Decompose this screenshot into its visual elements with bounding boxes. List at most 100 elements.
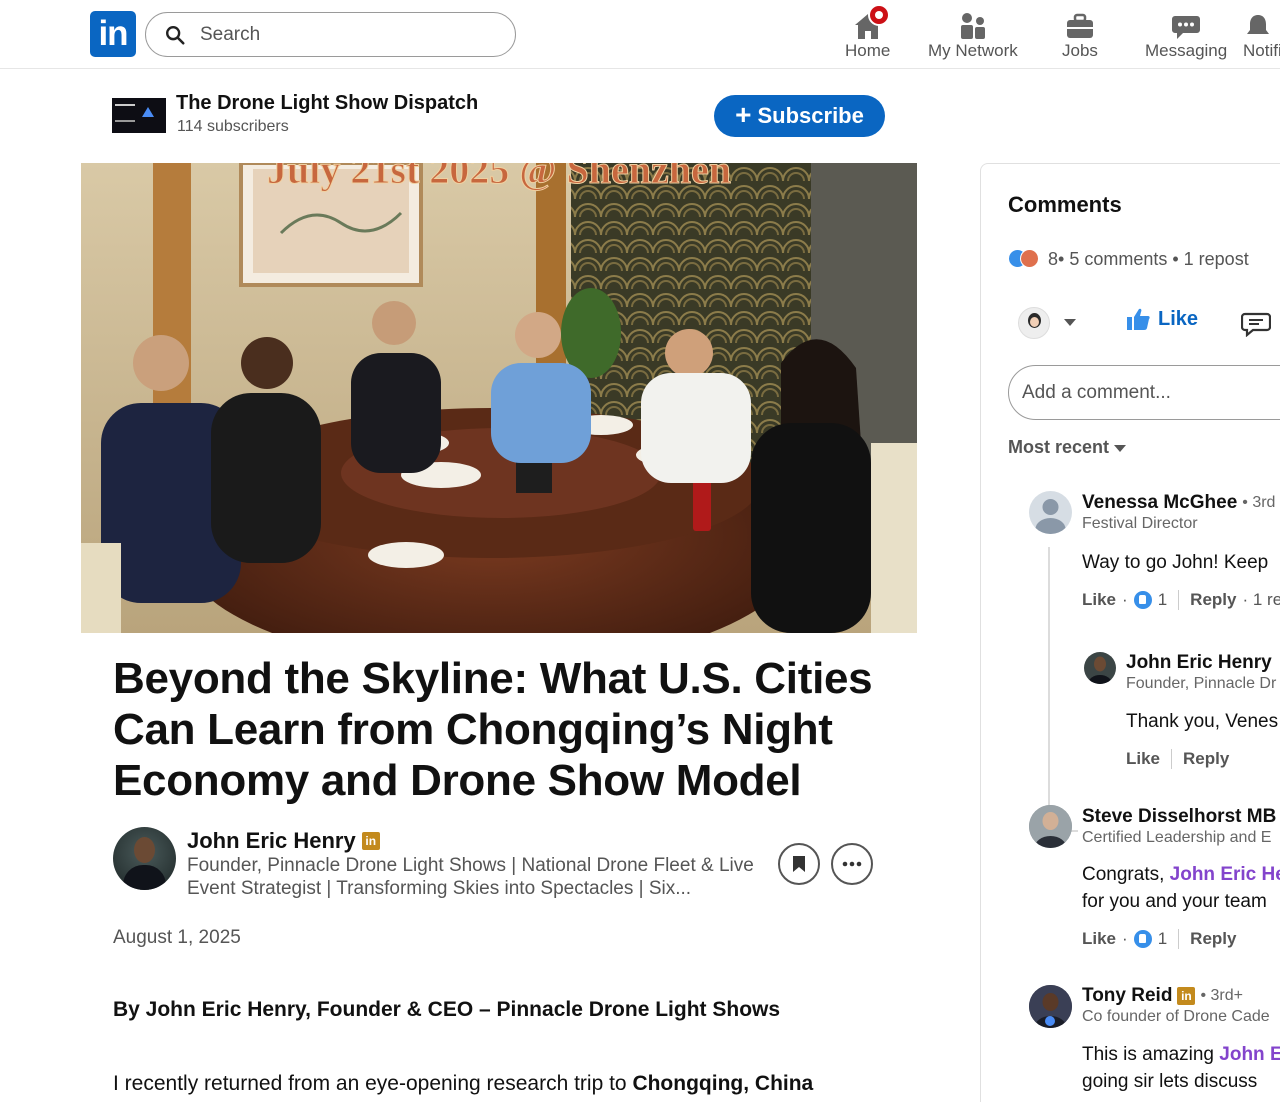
messaging-icon	[1172, 16, 1201, 39]
like-label: Like	[1158, 307, 1199, 330]
commenter-name-text: Steve Disselhorst MB	[1082, 806, 1277, 827]
comment-like-count: 1	[1157, 929, 1168, 948]
reply-author-headline: Founder, Pinnacle Dr	[1126, 675, 1277, 692]
nav-label-jobs: Jobs	[1062, 41, 1098, 60]
reply-text: Thank you, Venes	[1126, 711, 1279, 732]
commenter-avatar[interactable]	[1029, 985, 1072, 1028]
newsletter-title[interactable]: The Drone Light Show Dispatch	[176, 92, 478, 115]
nav-item-my-network[interactable]: My Network	[928, 6, 1018, 61]
divider	[1171, 749, 1173, 769]
nav-label-notifications: Notifi	[1243, 41, 1280, 60]
premium-badge-icon: in	[361, 832, 380, 850]
notification-badge	[868, 4, 891, 26]
reply-author-name-text: John Eric Henry	[1126, 652, 1272, 673]
sort-dropdown[interactable]: Most recent	[1008, 437, 1127, 458]
caret-down-icon	[1114, 445, 1127, 452]
nav-item-notifications[interactable]: Notifi	[1243, 6, 1280, 61]
comment-reply-button[interactable]: Reply	[1190, 590, 1236, 610]
top-nav: in Home My Network	[0, 0, 1280, 69]
person-photo-icon	[1029, 805, 1072, 848]
comment-reply-button[interactable]: Reply	[1190, 929, 1236, 949]
chevron-down-icon[interactable]	[1064, 319, 1076, 326]
comment-text-start: Congrats,	[1082, 864, 1170, 885]
search-bar[interactable]	[145, 12, 516, 57]
publish-date: August 1, 2025	[113, 927, 241, 948]
search-input[interactable]	[200, 23, 480, 46]
article-headline: Beyond the Skyline: What U.S. Cities Can…	[113, 654, 873, 805]
comment-like-button[interactable]: Like	[1082, 929, 1116, 949]
commenter-headline: Certified Leadership and E	[1082, 829, 1272, 846]
briefcase-icon	[1066, 13, 1093, 38]
commenter-name-text: Venessa McGhee	[1082, 492, 1238, 513]
comment-like-button[interactable]: Like	[1082, 590, 1116, 610]
comment-like-count: 1	[1157, 590, 1168, 609]
commenter-avatar[interactable]	[1029, 805, 1072, 848]
bell-icon	[1247, 15, 1269, 34]
person-photo-icon	[1088, 656, 1112, 684]
divider	[1178, 590, 1180, 610]
dot-separator: ·	[1122, 590, 1128, 609]
plus-icon: +	[735, 98, 752, 130]
nav-item-messaging[interactable]: Messaging	[1145, 6, 1227, 61]
reaction-count: 8	[1048, 248, 1059, 269]
commenter-name[interactable]: Venessa McGhee • 3rd	[1082, 492, 1275, 514]
mention-link[interactable]: John E	[1219, 1044, 1280, 1065]
commenter-headline: Festival Director	[1082, 515, 1198, 532]
paragraph-bold-location: Chongqing, China	[632, 1072, 814, 1095]
add-comment-input[interactable]	[1008, 365, 1280, 420]
paragraph-text: I recently returned from an eye-opening …	[113, 1072, 633, 1095]
comment-text: Way to go John! Keep	[1082, 552, 1269, 573]
reply-author-avatar[interactable]	[1084, 652, 1116, 684]
reply-reply-button[interactable]: Reply	[1183, 749, 1229, 769]
sort-label: Most recent	[1008, 437, 1110, 457]
commenter-name[interactable]: Steve Disselhorst MB	[1082, 806, 1276, 828]
article-hero-image[interactable]: July 21st 2025 @ Shenzhen	[81, 163, 917, 633]
nav-item-home[interactable]: Home	[845, 4, 891, 61]
author-name: John Eric Henry	[187, 828, 356, 853]
connection-degree: • 3rd	[1242, 494, 1276, 511]
nav-item-jobs[interactable]: Jobs	[1062, 6, 1098, 61]
subscribe-label: Subscribe	[757, 103, 864, 128]
current-user-avatar[interactable]	[1018, 307, 1050, 339]
reply-author-name[interactable]: John Eric Henry	[1126, 652, 1272, 674]
comment-text-line2: going sir lets discuss	[1082, 1071, 1258, 1092]
social-counts[interactable]: 8 • 5 comments • 1 repost	[1008, 248, 1249, 270]
premium-badge-icon: in	[1177, 987, 1196, 1005]
subscribe-button[interactable]: + Subscribe	[714, 95, 885, 137]
search-icon	[166, 25, 185, 45]
save-bookmark-button[interactable]	[778, 843, 820, 885]
nav-label-home: Home	[845, 41, 891, 60]
commenter-name[interactable]: Tony Reid in • 3rd+	[1082, 985, 1243, 1007]
author-name-link[interactable]: John Eric Henry in	[187, 828, 380, 854]
commenter-avatar[interactable]	[1029, 491, 1072, 534]
default-person-icon	[1035, 499, 1066, 534]
author-avatar[interactable]	[113, 827, 176, 890]
reply-count[interactable]: · 1 rep	[1242, 590, 1280, 610]
newsletter-thumbnail[interactable]	[112, 98, 166, 133]
comment-icon	[1240, 312, 1272, 338]
like-reaction-icon	[1133, 930, 1152, 948]
linkedin-logo-icon[interactable]: in	[90, 11, 136, 57]
love-reaction-icon	[1020, 249, 1039, 268]
connection-degree: • 3rd+	[1200, 987, 1243, 1004]
comment-button[interactable]	[1240, 311, 1272, 342]
comment-actions: Like · 1 Reply	[1082, 929, 1236, 949]
more-options-button[interactable]	[831, 843, 873, 885]
hero-caption: July 21st 2025 @ Shenzhen	[267, 163, 731, 192]
author-headline: Founder, Pinnacle Drone Light Shows | Na…	[187, 855, 754, 899]
reply-like-button[interactable]: Like	[1126, 749, 1160, 769]
reaction-icons	[1008, 248, 1044, 270]
reply-thread-line	[1048, 547, 1078, 832]
like-button[interactable]: Like	[1125, 307, 1198, 331]
comment-actions: Like · 1 Reply · 1 rep	[1082, 590, 1280, 610]
reply-actions: Like Reply	[1126, 749, 1229, 769]
comment-text-start: This is amazing	[1082, 1044, 1220, 1065]
ellipsis-icon	[842, 861, 862, 867]
dot-separator: ·	[1122, 929, 1128, 948]
thumbs-up-icon	[1127, 308, 1150, 330]
mention-link[interactable]: John Eric He	[1170, 864, 1280, 885]
newsletter-subscriber-count: 114 subscribers	[177, 118, 289, 135]
nav-label-messaging: Messaging	[1145, 41, 1228, 60]
comment-text-line2: for you and your team	[1082, 891, 1267, 912]
commenter-headline: Co founder of Drone Cade	[1082, 1008, 1270, 1025]
